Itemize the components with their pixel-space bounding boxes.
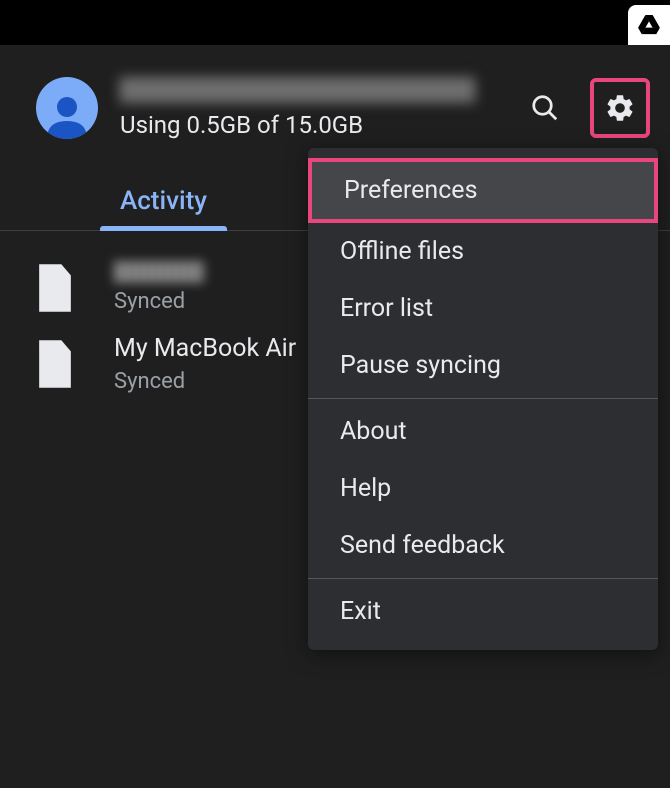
avatar[interactable] — [36, 77, 98, 139]
menu-error-list[interactable]: Error list — [308, 280, 658, 337]
menu-pause-syncing[interactable]: Pause syncing — [308, 337, 658, 394]
menu-help[interactable]: Help — [308, 460, 658, 517]
account-email-blurred — [120, 77, 475, 103]
settings-button[interactable] — [590, 78, 650, 138]
account-info: Using 0.5GB of 15.0GB — [120, 77, 498, 139]
header-actions — [520, 78, 650, 138]
settings-dropdown: Preferences Offline files Error list Pau… — [308, 148, 658, 650]
search-button[interactable] — [520, 83, 570, 133]
tab-activity[interactable]: Activity — [100, 174, 227, 230]
top-bar — [0, 0, 670, 45]
drive-tab-icon[interactable] — [628, 5, 670, 45]
file-name-blurred — [114, 261, 204, 283]
menu-exit[interactable]: Exit — [308, 583, 658, 640]
storage-text: Using 0.5GB of 15.0GB — [120, 111, 498, 139]
gear-icon — [604, 92, 636, 124]
file-icon — [36, 340, 74, 388]
menu-offline-files[interactable]: Offline files — [308, 223, 658, 280]
drive-logo-icon — [638, 15, 660, 35]
menu-preferences[interactable]: Preferences — [308, 158, 658, 223]
header: Using 0.5GB of 15.0GB — [0, 45, 670, 154]
search-icon — [530, 93, 560, 123]
menu-about[interactable]: About — [308, 403, 658, 460]
file-icon — [36, 264, 74, 312]
person-icon — [43, 91, 91, 139]
menu-send-feedback[interactable]: Send feedback — [308, 517, 658, 574]
